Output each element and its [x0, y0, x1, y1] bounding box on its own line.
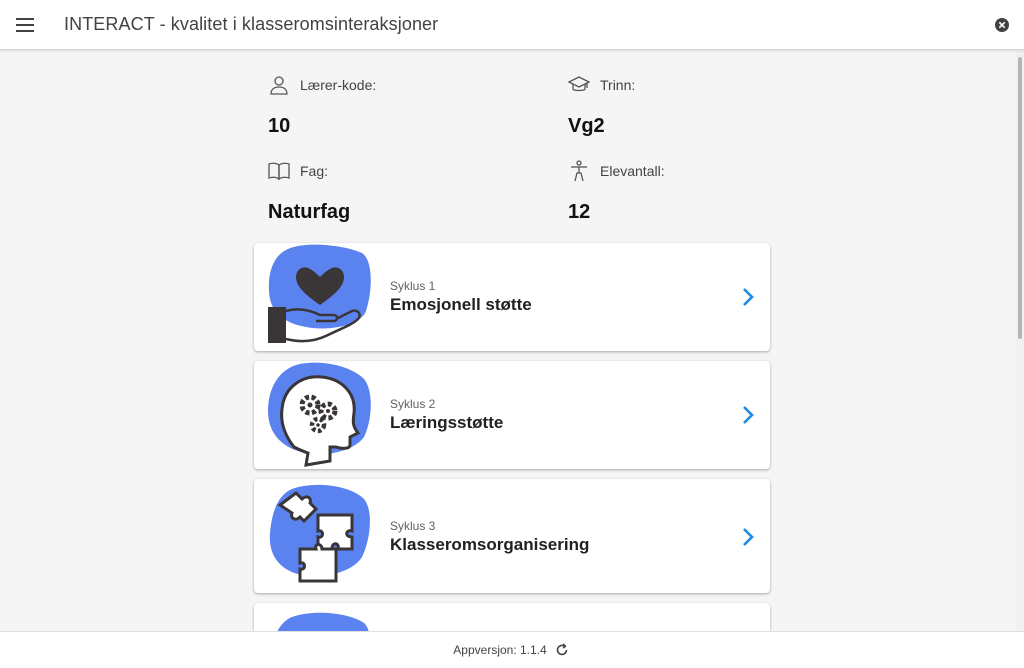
chevron-right-icon	[743, 528, 754, 546]
grade-info: Trinn: Vg2	[568, 71, 808, 138]
chevron-right-icon	[743, 406, 754, 424]
student-count-label: Elevantall:	[600, 163, 665, 179]
footer: Appversjon: 1.1.4	[0, 631, 1024, 668]
app-title: INTERACT - kvalitet i klasseromsinteraks…	[64, 14, 439, 34]
cycle-1-title: Emosjonell støtte	[390, 295, 532, 314]
refresh-button[interactable]	[555, 642, 571, 658]
app-version: Appversjon: 1.1.4	[453, 643, 547, 657]
cycle-2-subtitle: Syklus 2	[390, 397, 436, 411]
teacher-code-label: Lærer-kode:	[300, 77, 377, 93]
student-count-info: Elevantall: 12	[568, 157, 808, 224]
menu-button[interactable]	[0, 0, 50, 50]
person-figure-icon	[568, 160, 590, 182]
head-gears-icon	[268, 362, 371, 467]
cycle-2-title: Læringsstøtte	[390, 413, 504, 432]
app-bar: INTERACT - kvalitet i klasseromsinteraks…	[0, 0, 1024, 50]
scrollbar-thumb[interactable]	[1018, 57, 1022, 339]
grade-value: Vg2	[568, 115, 605, 137]
card-illustration-icon	[277, 612, 369, 631]
cycle-card-2[interactable]: Syklus 2 Læringsstøtte	[254, 361, 770, 469]
cycle-card-4[interactable]	[254, 603, 770, 631]
person-icon	[268, 74, 290, 96]
grade-label: Trinn:	[600, 77, 636, 93]
heart-hand-icon	[268, 244, 371, 343]
teacher-code-info: Lærer-kode: 10	[268, 71, 508, 138]
student-count-value: 12	[568, 201, 591, 223]
teacher-code-value: 10	[268, 115, 291, 137]
cycle-1-subtitle: Syklus 1	[390, 279, 436, 293]
book-icon	[268, 160, 290, 182]
refresh-icon	[556, 643, 568, 656]
puzzle-pieces-icon	[269, 484, 370, 583]
close-circle-icon	[995, 18, 1009, 32]
cycle-3-title: Klasseromsorganisering	[390, 535, 590, 554]
close-button[interactable]	[994, 17, 1010, 33]
main-content: Lærer-kode: 10 Trinn: Vg2 Fag: Naturfag …	[0, 51, 1016, 631]
chevron-right-icon	[743, 288, 754, 306]
graduation-cap-icon	[568, 74, 590, 96]
subject-value: Naturfag	[268, 201, 351, 223]
hamburger-menu-icon	[16, 17, 34, 32]
cycle-card-3[interactable]: Syklus 3 Klasseromsorganisering	[254, 479, 770, 593]
subject-label: Fag:	[300, 163, 329, 179]
scrollbar[interactable]	[1016, 51, 1024, 631]
cycle-card-1[interactable]: Syklus 1 Emosjonell støtte	[254, 243, 770, 351]
cycle-3-subtitle: Syklus 3	[390, 519, 436, 533]
subject-info: Fag: Naturfag	[268, 157, 508, 224]
